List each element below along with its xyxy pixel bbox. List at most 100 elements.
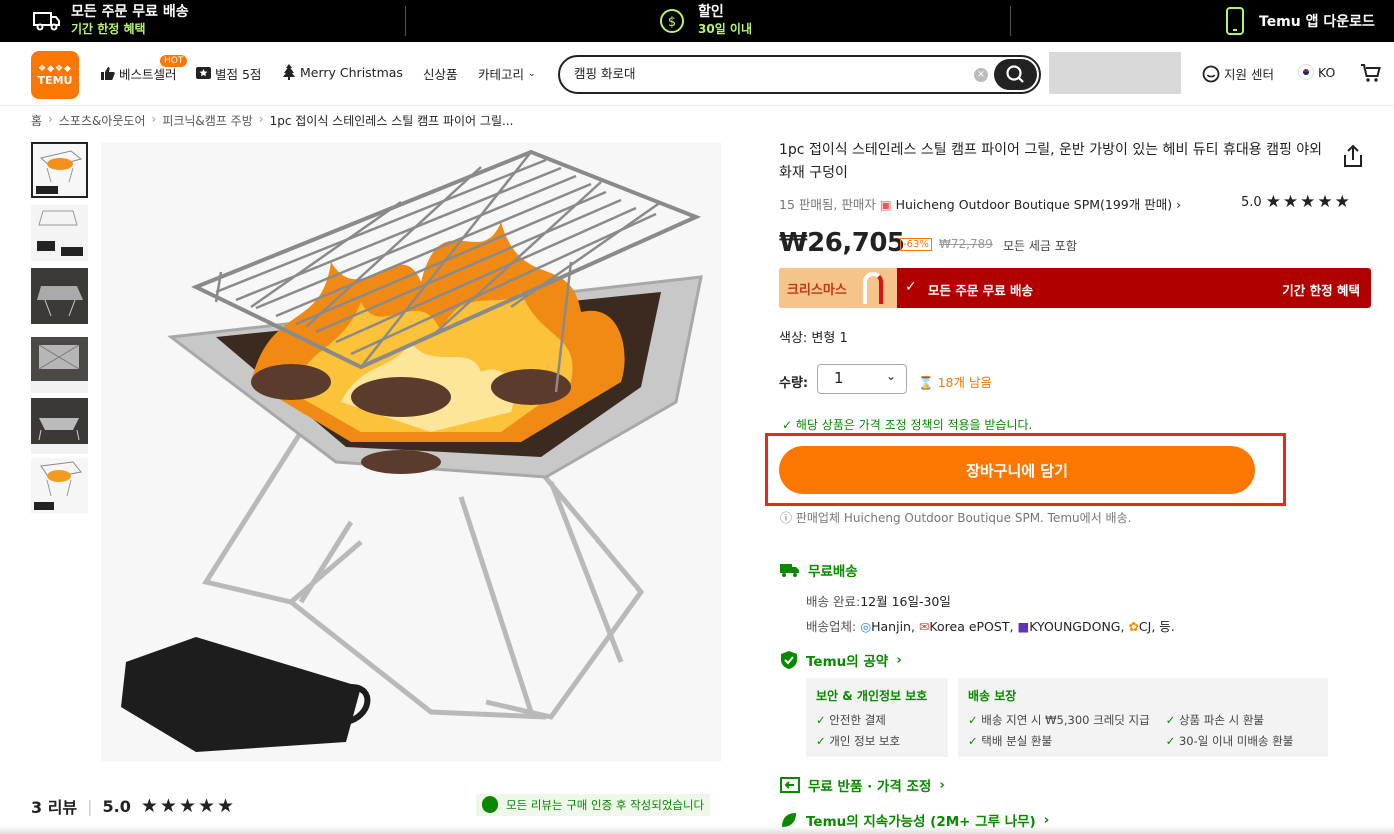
breadcrumb-home[interactable]: 홈 [31,112,42,129]
share-icon [1344,144,1362,167]
stock-text: 18개 남음 [937,375,992,390]
app-download-label: Temu 앱 다운로드 [1259,14,1375,30]
nav-category[interactable]: 카테고리 ⌄ [478,64,536,83]
info-icon: ⓘ [780,511,793,525]
chevron-right-icon: › [896,652,902,668]
thumbs-up-icon [101,67,115,80]
grill-dark-image [31,268,88,324]
lost-refund-item: 택배 분실 환불 [968,731,1150,752]
hourglass-icon: ⌛ [918,375,934,390]
shield-check-icon [781,651,797,669]
nav-five-star-label: 별점 5점 [215,67,262,82]
temu-promise-link[interactable]: Temu의 공약 › [780,650,902,670]
rating-score: 5.0 [1241,194,1262,210]
reviews-summary[interactable]: 3 리뷰 | 5.0 ★★★★★ [31,794,236,818]
free-returns-link[interactable]: 무료 반품 · 가격 조정 › [780,775,945,795]
search-input[interactable] [574,65,964,80]
fire-grill-image [101,142,721,762]
app-download-promo[interactable]: Temu 앱 다운로드 [1225,0,1375,42]
truck-icon [780,564,799,577]
review-stars: ★★★★★ [140,795,237,817]
security-title: 보안 & 개인정보 보호 [816,689,928,703]
grill-thumbnail-image [33,144,86,196]
chevron-right-icon: › [151,112,157,126]
return-box-icon [780,777,800,793]
nav-christmas[interactable]: Merry Christmas [282,64,403,80]
chevron-down-icon: ⌄ [885,369,896,383]
grill-side-image [31,398,88,444]
thumbnail-6[interactable] [31,458,88,514]
cart-button[interactable] [1360,62,1382,84]
nav-christmas-label: Merry Christmas [300,64,403,80]
support-center[interactable]: 지원 센터 [1202,64,1274,83]
divider: | [87,796,93,816]
cart-icon [1361,64,1381,82]
verified-review-text: 모든 리뷰는 구매 인증 후 작성되었습니다 [506,798,705,812]
delivery-guarantee[interactable]: 배송 보장 배송 지연 시 ₩5,300 크레딧 지급 택배 분실 환불 상품 … [958,678,1328,757]
breadcrumb-picnic[interactable]: 피크닉&캠프 주방 [162,112,252,129]
product-title: 1pc 접이식 스테인레스 스틸 캠프 파이어 그릴, 운반 가방이 있는 헤비… [779,142,1323,181]
security-guarantee[interactable]: 보안 & 개인정보 보호 안전한 결제 개인 정보 보호 [806,678,948,757]
color-variant[interactable]: 색상: 변형 1 [779,327,848,346]
svg-text:$: $ [668,15,676,30]
bottom-shadow [0,826,1394,834]
store-icon: ▣ [879,197,892,212]
christmas-promo-banner[interactable]: 크리스마스 ✓ 모든 주문 무료 배송 기간 한정 혜택 [779,268,1371,308]
share-button[interactable] [1342,144,1364,168]
dollar-clock-icon: $ [660,9,684,33]
sale-promo[interactable]: $ 할인 30일 이내 [658,0,752,42]
account-placeholder[interactable] [1049,52,1181,94]
seller-info-text: 판매업체 Huicheng Outdoor Boutique SPM. Temu… [795,511,1132,525]
product-rating[interactable]: 5.0 ★★★★★ [1241,192,1352,212]
delivery-date: 배송 완료:12월 16일-30일 [806,591,951,610]
free-shipping-title: 모든 주문 무료 배송 [71,4,189,20]
free-shipping-subtitle: 기간 한정 혜택 [71,22,146,36]
delivery-value: 12월 16일-30일 [860,594,951,609]
thumbnail-2[interactable] [31,205,88,261]
free-shipping-promo[interactable]: 모든 주문 무료 배송 기간 한정 혜택 [33,0,189,42]
nav-new[interactable]: 신상품 [423,64,458,83]
thumbnail-3[interactable] [31,268,88,324]
grill-folded-image [31,205,88,261]
rating-stars: ★★★★★ [1265,192,1352,212]
quantity-value: 1 [834,369,844,387]
quantity-label: 수량: [779,376,809,391]
sale-subtitle: 30일 이내 [698,22,752,36]
language-selector[interactable]: KO [1298,64,1335,80]
add-to-cart-button[interactable]: 장바구니에 담기 [779,446,1255,494]
promo-bar: 모든 주문 무료 배송 기간 한정 혜택 $ 할인 30일 이내 Temu 앱 … [0,0,1394,42]
breadcrumb-current: 1pc 접이식 스테인레스 스틸 캠프 파이어 그릴... [269,114,514,128]
hot-badge: HOT [160,55,188,67]
tax-note: 모든 세금 포함 [1003,239,1077,253]
carrier-epost: Korea ePOST, [929,619,1014,634]
chevron-right-icon: › [1176,197,1182,212]
cj-logo-icon: ✿ [1128,619,1139,634]
banner-limited-offer: 기간 한정 혜택 [1282,283,1360,298]
current-price: ₩26,705 [779,228,905,258]
thumbnail-5[interactable] [31,398,88,454]
candy-cane-icon [863,272,883,304]
language-label: KO [1318,64,1336,80]
quantity-select[interactable]: 1 ⌄ [817,364,907,394]
thumbnail-1[interactable] [31,142,88,198]
verified-review-note: 모든 리뷰는 구매 인증 후 작성되었습니다 [476,794,711,816]
carriers-line: 배송업체: ◎Hanjin, ✉Korea ePOST, ■KYOUNGDONG… [806,616,1175,635]
search-button[interactable] [994,59,1037,90]
breadcrumb-sports[interactable]: 스포츠&아웃도어 [59,112,146,129]
breadcrumb: 홈 › 스포츠&아웃도어 › 피크닉&캠프 주방 › 1pc 접이식 스테인레스… [31,112,513,129]
smile-icon [1202,65,1220,82]
seller-name-link[interactable]: Huicheng Outdoor Boutique SPM(199개 판매) [896,197,1173,212]
nav-new-label: 신상품 [423,67,458,82]
nav-category-label: 카테고리 [478,67,525,82]
product-main-image[interactable] [101,142,721,762]
stock-remaining: ⌛ 18개 남음 [918,372,992,391]
free-returns-title: 무료 반품 · 가격 조정 [808,779,932,795]
thumbnail-4[interactable] [31,337,88,393]
carrier-hanjin: Hanjin, [871,619,915,634]
clear-search-icon[interactable]: ✕ [974,68,988,82]
original-price: ₩72,789 [939,237,993,251]
nav-five-star[interactable]: 별점 5점 [196,64,261,83]
temu-logo[interactable]: ❖◆❖◆ TEMU [31,51,79,99]
site-header: ❖◆❖◆ TEMU 베스트셀러 HOT 별점 5점 Merry Christma… [0,42,1394,106]
kyoungdong-logo-icon: ■ [1017,619,1030,634]
